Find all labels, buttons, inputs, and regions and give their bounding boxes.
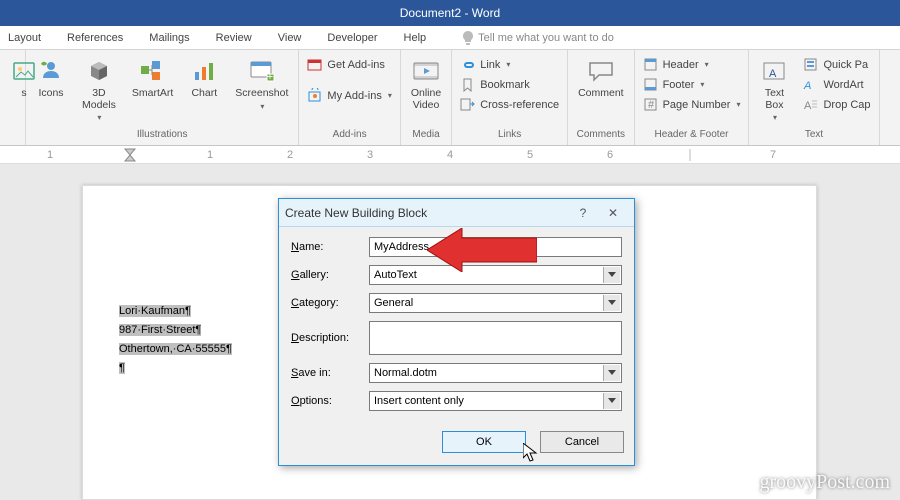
header-button[interactable]: Header▾	[641, 56, 743, 73]
menu-bar: Layout References Mailings Review View D…	[0, 26, 900, 50]
savein-label: Save in:	[291, 367, 369, 379]
group-media: Media	[407, 127, 445, 141]
comment-button[interactable]: Comment	[574, 54, 628, 102]
tab-view[interactable]: View	[278, 32, 302, 44]
icons-button[interactable]: Icons	[32, 54, 70, 102]
tab-developer[interactable]: Developer	[327, 32, 377, 44]
ok-button[interactable]: OK	[442, 431, 526, 453]
online-video-button[interactable]: Online Video	[407, 54, 445, 113]
dialog-titlebar[interactable]: Create New Building Block ? ✕	[279, 199, 634, 227]
my-addins-button[interactable]: My Add-ins▾	[305, 87, 393, 104]
chart-button[interactable]: Chart	[185, 54, 223, 102]
category-select[interactable]: General	[369, 293, 622, 313]
svg-text:1: 1	[47, 149, 53, 161]
svg-text:2: 2	[287, 149, 293, 161]
selected-text[interactable]: Lori·Kaufman¶ 987·First·Street¶ Othertow…	[119, 301, 232, 377]
bookmark-button[interactable]: Bookmark	[458, 76, 561, 93]
description-input[interactable]	[369, 321, 622, 355]
svg-text:4: 4	[447, 149, 453, 161]
close-button[interactable]: ✕	[598, 206, 628, 220]
tab-mailings[interactable]: Mailings	[149, 32, 189, 44]
ruler: 1 1 2 3 4 5 6 7	[0, 146, 900, 164]
title-bar: Document2 - Word	[0, 0, 900, 26]
drop-cap-button[interactable]: ADrop Cap	[801, 96, 872, 113]
cursor-icon	[523, 443, 539, 463]
help-button[interactable]: ?	[568, 206, 598, 220]
options-select[interactable]: Insert content only	[369, 391, 622, 411]
link-button[interactable]: Link▾	[458, 56, 561, 73]
wordart-button[interactable]: AWordArt	[801, 76, 872, 93]
group-text: Text	[755, 127, 872, 141]
group-header-footer: Header & Footer	[641, 127, 743, 141]
tell-me[interactable]: Tell me what you want to do	[462, 31, 640, 45]
svg-text:A: A	[803, 80, 811, 92]
annotation-arrow	[427, 228, 537, 272]
quick-parts-button[interactable]: Quick Pa	[801, 56, 872, 73]
smartart-button[interactable]: SmartArt	[128, 54, 177, 102]
svg-text:+: +	[267, 71, 273, 82]
savein-select[interactable]: Normal.dotm	[369, 363, 622, 383]
3d-models-button[interactable]: 3D Models▾	[78, 54, 120, 124]
group-illustrations: Illustrations	[32, 127, 292, 141]
svg-text:7: 7	[770, 149, 776, 161]
svg-text:6: 6	[607, 149, 613, 161]
group-links: Links	[458, 127, 561, 141]
cross-reference-button[interactable]: Cross-reference	[458, 96, 561, 113]
svg-text:1: 1	[207, 149, 213, 161]
group-addins: Add-ins	[305, 127, 393, 141]
tab-references[interactable]: References	[67, 32, 123, 44]
description-label: Description:	[291, 332, 369, 344]
footer-button[interactable]: Footer▾	[641, 76, 743, 93]
watermark: groovyPost.com	[759, 471, 890, 494]
text-box-button[interactable]: AText Box▾	[755, 54, 793, 124]
name-label: Name:	[291, 241, 369, 253]
category-label: Category:	[291, 297, 369, 309]
group-comments: Comments	[574, 127, 628, 141]
svg-text:A: A	[804, 100, 812, 112]
svg-text:5: 5	[527, 149, 533, 161]
tab-layout[interactable]: Layout	[8, 32, 41, 44]
get-addins-button[interactable]: Get Add-ins	[305, 56, 393, 73]
options-label: Options:	[291, 395, 369, 407]
gallery-label: Gallery:	[291, 269, 369, 281]
tab-review[interactable]: Review	[216, 32, 252, 44]
ribbon: s Icons 3D Models▾ SmartArt Chart +Scree…	[0, 50, 900, 146]
svg-text:A: A	[769, 68, 777, 80]
screenshot-button[interactable]: +Screenshot▾	[231, 54, 292, 113]
tab-help[interactable]: Help	[404, 32, 427, 44]
dialog-title: Create New Building Block	[285, 206, 568, 220]
cancel-button[interactable]: Cancel	[540, 431, 624, 453]
page-number-button[interactable]: #Page Number▾	[641, 96, 743, 113]
bulb-icon	[462, 31, 474, 45]
svg-text:3: 3	[367, 149, 373, 161]
svg-text:#: #	[648, 99, 655, 111]
